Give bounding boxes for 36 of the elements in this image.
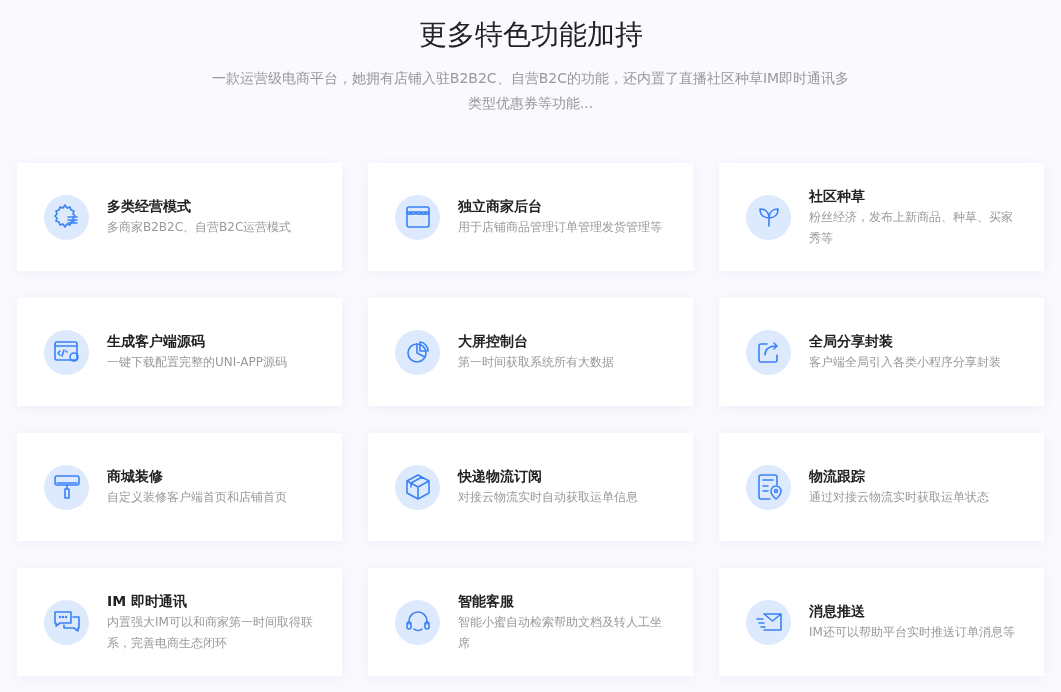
feature-title: 多类经营模式 bbox=[107, 197, 192, 216]
feature-title: 独立商家后台 bbox=[458, 197, 543, 216]
feature-description: 客户端全局引入各类小程序分享封装 bbox=[809, 354, 1002, 371]
envelope-icon bbox=[746, 599, 791, 645]
code-window-icon bbox=[44, 329, 89, 375]
section-heading: 更多特色功能加持 bbox=[418, 17, 643, 53]
feature-description: 粉丝经济，发布上新商品、种草、买家秀等 bbox=[809, 208, 1014, 247]
feature-title: 快递物流订阅 bbox=[458, 467, 543, 486]
feature-description: 一键下载配置完整的UNI-APP源码 bbox=[107, 354, 289, 371]
feature-description: 用于店铺商品管理订单管理发货管理等 bbox=[458, 219, 663, 236]
feature-title: 生成客户端源码 bbox=[107, 332, 206, 351]
feature-description: IM还可以帮助平台实时推送订单消息等 bbox=[809, 624, 1016, 641]
feature-title: 全局分享封装 bbox=[809, 332, 894, 351]
feature-title: 智能客服 bbox=[458, 591, 515, 611]
chat-bubbles-icon bbox=[44, 599, 89, 645]
feature-description: 智能小蜜自动检索帮助文档及转人工坐席 bbox=[458, 613, 663, 652]
feature-description: 第一时间获取系统所有大数据 bbox=[458, 354, 615, 371]
feature-title: 消息推送 bbox=[809, 602, 866, 621]
headset-icon bbox=[395, 599, 440, 645]
share-icon bbox=[746, 329, 791, 375]
sprout-icon bbox=[746, 194, 791, 240]
feature-title: 社区种草 bbox=[809, 186, 866, 206]
feature-title: 物流跟踪 bbox=[809, 467, 866, 486]
feature-description: 多商家B2B2C、自营B2C运营模式 bbox=[107, 219, 293, 236]
document-pin-icon bbox=[746, 464, 791, 510]
box-icon bbox=[395, 464, 440, 510]
paint-roller-icon bbox=[44, 464, 89, 510]
feature-title: 大屏控制台 bbox=[458, 332, 529, 351]
feature-title: IM 即时通讯 bbox=[107, 591, 188, 611]
feature-description: 自定义装修客户端首页和店铺首页 bbox=[107, 489, 288, 506]
pie-chart-icon bbox=[395, 329, 440, 375]
feature-description: 通过对接云物流实时获取运单状态 bbox=[809, 489, 990, 506]
feature-description: 内置强大IM可以和商家第一时间取得联系，完善电商生态闭环 bbox=[107, 613, 314, 652]
section-intro: 一款运营级电商平台，她拥有店铺入驻B2B2C、自营B2C的功能，还内置了直播社区种草IM即时通讯多类型优惠券等功能... bbox=[210, 69, 851, 113]
feature-title: 商城装修 bbox=[107, 467, 164, 486]
feature-description: 对接云物流实时自动获取运单信息 bbox=[458, 489, 639, 506]
